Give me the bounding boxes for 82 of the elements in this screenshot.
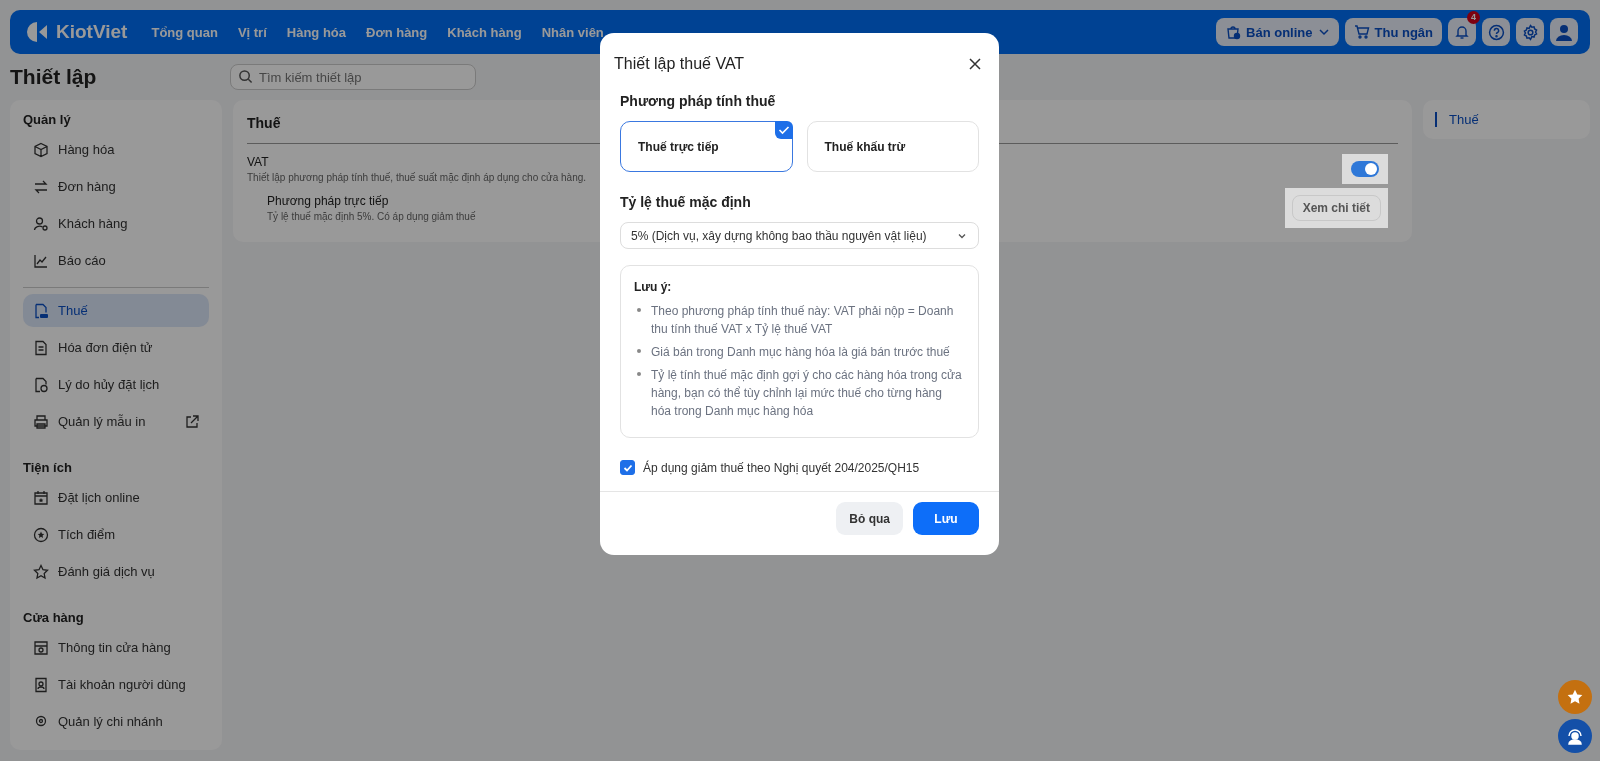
sidebar-item[interactable]: Đánh giá dịch vụ: [23, 555, 209, 588]
sidebar-item[interactable]: Tích điểm: [23, 518, 209, 551]
sidebar-item[interactable]: Thuế: [23, 294, 209, 327]
notification-count: 4: [1467, 11, 1480, 24]
sidebar-item[interactable]: Khách hàng: [23, 207, 209, 240]
nav-link[interactable]: Hàng hóa: [286, 24, 346, 40]
help-button[interactable]: [1482, 18, 1510, 46]
nav-link[interactable]: Vị trí: [237, 24, 267, 40]
section-heading: Cửa hàng: [23, 610, 85, 625]
view-details-button[interactable]: Xem chi tiết: [1291, 195, 1381, 221]
cart-icon: [1353, 24, 1370, 40]
support-agent-icon: [1565, 726, 1585, 746]
page-title: Thiết lập: [10, 65, 98, 89]
sidebar-item[interactable]: Lý do hủy đặt lịch: [23, 368, 209, 401]
note-text: Tỷ lệ tính thuế mặc định gợi ý cho các hàng hóa trong cửa hàng, bạn có thể tùy chỉnh lại mức thuế cho từng hàng hóa trong Danh mục hàng hóa: [651, 367, 963, 420]
checkbox-label: Áp dụng giảm thuế theo Nghị quyết 204/2025/QH15: [643, 460, 920, 475]
user-icon: [33, 215, 49, 232]
method-option[interactable]: Thuế trực tiếp: [620, 121, 793, 172]
check-icon: [774, 121, 793, 139]
method-name: Phương pháp trực tiếp: [267, 194, 390, 208]
cancel-button[interactable]: Bỏ qua: [836, 502, 903, 535]
toggle-switch[interactable]: [1351, 161, 1379, 177]
online-sales-button[interactable]: Bán online: [1216, 18, 1339, 46]
settings-icon: [1521, 23, 1539, 41]
nav-link[interactable]: Đơn hàng: [366, 24, 428, 40]
doc-icon: [33, 339, 49, 356]
help-icon: [1487, 23, 1505, 41]
method-option[interactable]: Thuế khấu trừ: [806, 121, 979, 172]
save-button[interactable]: Lưu: [913, 502, 979, 535]
favorite-button[interactable]: [1558, 680, 1592, 714]
method-detail: Tỷ lệ thuế mặc định 5%. Có áp dụng giảm thuế: [267, 211, 476, 222]
cal-doc-icon: [33, 376, 49, 393]
sidebar-item[interactable]: Đơn hàng: [23, 170, 209, 203]
shopping-bag-icon: [1225, 24, 1242, 40]
sidebar-item[interactable]: Đặt lịch online: [23, 481, 209, 514]
sidebar-item[interactable]: Hàng hóa: [23, 133, 209, 166]
sidebar-item[interactable]: Hóa đơn điện tử: [23, 331, 209, 364]
support-button[interactable]: [1558, 719, 1592, 753]
logo-text: KiotViet: [56, 21, 128, 43]
sidebar-item[interactable]: Báo cáo: [23, 244, 209, 277]
account-button[interactable]: [1550, 18, 1578, 46]
star-circle-icon: [33, 526, 49, 543]
field-label: Phương pháp tính thuế: [620, 93, 777, 109]
badge-icon: [33, 676, 49, 693]
card-title: Thuế: [247, 114, 281, 133]
star-icon: [1566, 688, 1584, 706]
search-icon: [238, 69, 253, 84]
cashier-button[interactable]: Thu ngân: [1344, 18, 1442, 46]
bell-icon: [1454, 24, 1470, 40]
sidebar-item[interactable]: Quản lý mẫu in: [23, 405, 209, 438]
note-text: Giá bán trong Danh mục hàng hóa là giá bán trước thuế: [651, 344, 950, 361]
star-icon: [33, 563, 49, 580]
chart-icon: [33, 252, 49, 269]
nav-link[interactable]: Khách hàng: [447, 24, 522, 40]
note-title: Lưu ý:: [634, 280, 673, 294]
notification-button[interactable]: [1448, 18, 1476, 46]
chevron-down-icon: [1317, 26, 1330, 38]
calendar-icon: [33, 489, 49, 506]
close-icon: [969, 58, 981, 70]
swap-icon: [33, 178, 49, 195]
tax-rate-dropdown[interactable]: 5% (Dịch vụ, xây dựng không bao thầu nguyên vật liệu): [620, 222, 979, 249]
search-field[interactable]: Tìm kiếm thiết lập: [230, 64, 476, 90]
nav-link[interactable]: Nhân viên: [541, 24, 604, 40]
setting-description: Thiết lập phương pháp tính thuế, thuế suất mặc định áp dụng cho cửa hàng.: [247, 172, 587, 183]
dialog-title: Thiết lập thuế VAT: [614, 55, 745, 73]
field-label: Tỷ lệ thuế mặc định: [620, 194, 752, 210]
sidebar-item[interactable]: Tài khoản người dùng: [23, 668, 209, 701]
sidebar-item[interactable]: Thông tin cửa hàng: [23, 631, 209, 664]
printer-icon: [33, 413, 49, 430]
external-link-icon[interactable]: [185, 414, 199, 429]
checkbox[interactable]: [620, 460, 635, 475]
avatar-icon: [1554, 22, 1574, 42]
store-icon: [33, 639, 49, 656]
nav-link[interactable]: Tổng quan: [151, 24, 218, 40]
section-heading: Quản lý: [23, 112, 72, 127]
vat-icon: [33, 302, 49, 319]
section-heading: Tiện ích: [23, 460, 73, 475]
sidebar-item[interactable]: Quản lý chi nhánh: [23, 705, 209, 738]
box-icon: [33, 141, 49, 158]
setting-name: VAT: [247, 155, 270, 169]
note-text: Theo phương pháp tính thuế này: VAT phải nộp = Doanh thu tính thuế VAT x Tỷ lệ thuế VAT: [651, 303, 955, 338]
settings-button[interactable]: [1516, 18, 1544, 46]
